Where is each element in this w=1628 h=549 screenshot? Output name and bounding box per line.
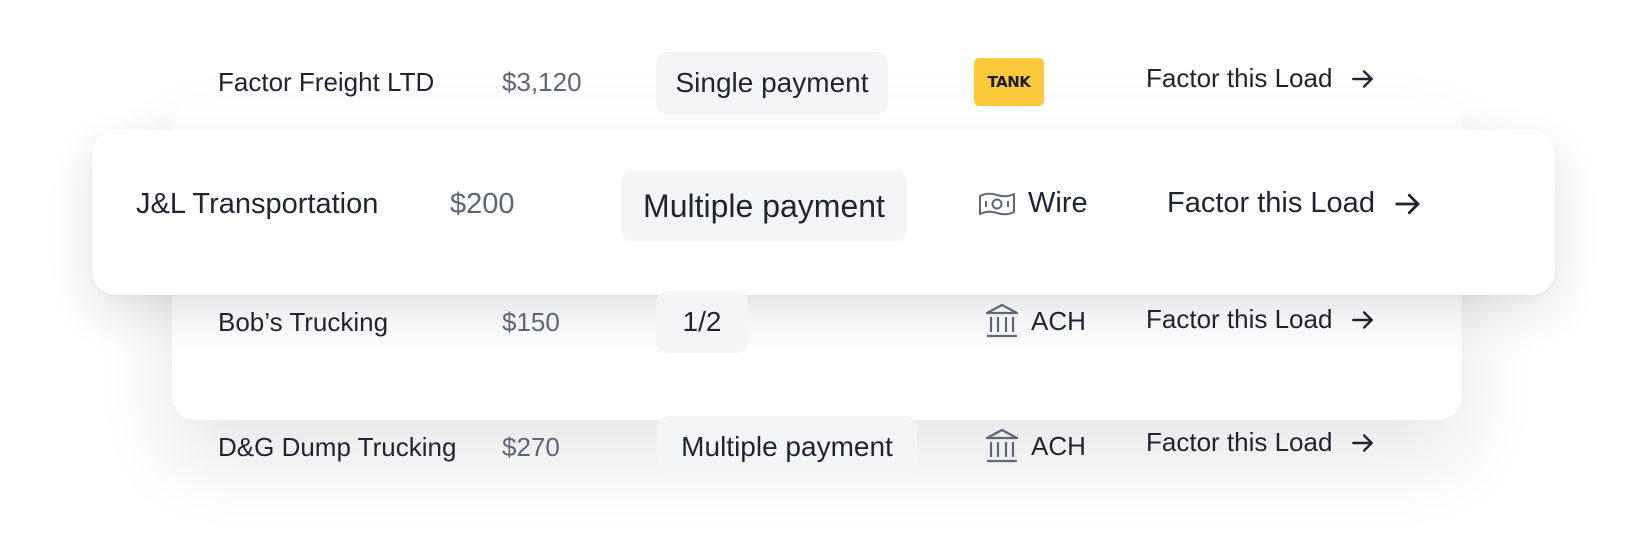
factor-load-button[interactable]: Factor this Load xyxy=(1146,304,1376,335)
payment-method-label: ACH xyxy=(1031,430,1086,461)
load-amount: $200 xyxy=(450,188,515,220)
payment-type-badge: Single payment xyxy=(656,52,888,114)
tank-logo-label: TANK xyxy=(987,73,1031,91)
factor-load-label: Factor this Load xyxy=(1167,187,1375,219)
bank-icon xyxy=(985,427,1019,465)
load-row: Bob’s Trucking $150 1/2 ACH Factor this … xyxy=(0,282,1628,362)
payment-type-label: 1/2 xyxy=(682,306,722,337)
tank-logo: TANK xyxy=(974,58,1044,106)
arrow-right-icon xyxy=(1350,307,1376,333)
bank-icon xyxy=(985,302,1019,340)
payment-method: ACH xyxy=(985,427,1086,465)
load-row-highlighted: J&L Transportation $200 Multiple payment… xyxy=(0,165,1628,245)
payment-method: ACH xyxy=(985,302,1086,340)
load-row: D&G Dump Trucking $270 Multiple payment … xyxy=(0,406,1628,486)
factor-load-label: Factor this Load xyxy=(1146,304,1333,334)
load-amount: $270 xyxy=(502,432,560,462)
arrow-right-icon xyxy=(1350,66,1376,92)
payment-method-label: Wire xyxy=(1028,187,1088,219)
payment-type-badge: 1/2 xyxy=(656,291,748,353)
factor-load-button[interactable]: Factor this Load xyxy=(1146,427,1376,458)
factor-load-label: Factor this Load xyxy=(1146,63,1333,93)
load-row: Factor Freight LTD $3,120 Single payment… xyxy=(0,42,1628,122)
factor-load-button[interactable]: Factor this Load xyxy=(1167,187,1423,220)
factor-load-button[interactable]: Factor this Load xyxy=(1146,63,1376,94)
payment-type-label: Multiple payment xyxy=(681,431,893,462)
banknote-icon xyxy=(978,190,1016,218)
company-name: D&G Dump Trucking xyxy=(218,432,457,462)
payment-type-label: Single payment xyxy=(675,67,869,98)
payment-method-label: ACH xyxy=(1031,305,1086,336)
company-name: J&L Transportation xyxy=(136,188,379,220)
payment-type-badge: Multiple payment xyxy=(621,171,907,241)
company-name: Bob’s Trucking xyxy=(218,307,389,337)
load-amount: $150 xyxy=(502,307,560,337)
factor-load-label: Factor this Load xyxy=(1146,427,1333,457)
company-name: Factor Freight LTD xyxy=(218,67,435,97)
arrow-right-icon xyxy=(1350,430,1376,456)
payment-type-badge: Multiple payment xyxy=(657,416,917,478)
payment-type-label: Multiple payment xyxy=(643,187,885,224)
arrow-right-icon xyxy=(1393,189,1423,219)
load-amount: $3,120 xyxy=(502,67,582,97)
payment-method: Wire xyxy=(978,187,1088,220)
